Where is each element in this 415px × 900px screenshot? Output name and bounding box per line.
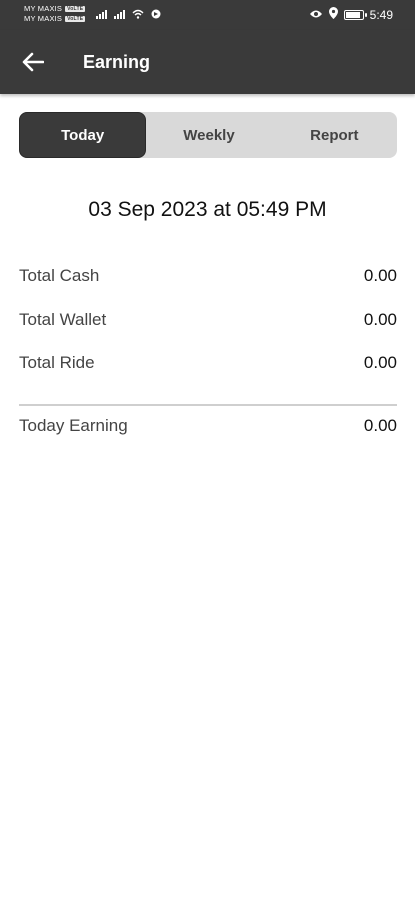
- total-ride-value: 0.00: [363, 353, 397, 372]
- today-earning-label: Today Earning: [19, 416, 128, 435]
- earning-datetime: 03 Sep 2023 at 05:49 PM: [88, 198, 327, 221]
- status-time: 5:49: [369, 7, 393, 22]
- today-earning-row: Today Earning 0.00: [19, 416, 397, 436]
- battery-icon: [343, 9, 367, 20]
- total-wallet-row: Total Wallet 0.00: [19, 310, 397, 330]
- page-title: Earning: [83, 52, 151, 72]
- signal-2-icon: [114, 9, 125, 19]
- total-cash-row: Total Cash 0.00: [19, 266, 397, 286]
- carrier-1-label: MY MAXIS: [24, 4, 63, 13]
- back-button[interactable]: [20, 50, 46, 74]
- arrow-left-icon: [22, 52, 44, 72]
- period-tabs: Today Weekly Report: [19, 112, 397, 158]
- total-ride-row: Total Ride 0.00: [19, 353, 397, 373]
- tab-weekly[interactable]: Weekly: [146, 112, 271, 158]
- tab-report[interactable]: Report: [272, 112, 397, 158]
- wifi-icon: [132, 9, 144, 19]
- status-bar: MY MAXIS VoLTE MY MAXIS VoLTE 5:49: [0, 0, 415, 30]
- total-ride-label: Total Ride: [19, 353, 95, 372]
- carrier-info: MY MAXIS VoLTE MY MAXIS VoLTE: [24, 4, 86, 24]
- sync-icon: [151, 9, 161, 19]
- total-cash-value: 0.00: [363, 266, 397, 285]
- tab-today[interactable]: Today: [19, 112, 147, 158]
- today-earning-value: 0.00: [363, 416, 397, 435]
- volte-badge-1: VoLTE: [65, 6, 86, 12]
- app-bar: Earning: [0, 30, 415, 94]
- total-wallet-label: Total Wallet: [19, 310, 107, 329]
- eye-icon: [309, 8, 323, 22]
- volte-badge-2: VoLTE: [65, 16, 86, 22]
- signal-1-icon: [96, 9, 107, 19]
- total-wallet-value: 0.00: [363, 310, 397, 329]
- carrier-2-label: MY MAXIS: [24, 14, 63, 23]
- divider: [19, 404, 397, 406]
- total-cash-label: Total Cash: [19, 266, 100, 285]
- location-icon: [328, 7, 338, 22]
